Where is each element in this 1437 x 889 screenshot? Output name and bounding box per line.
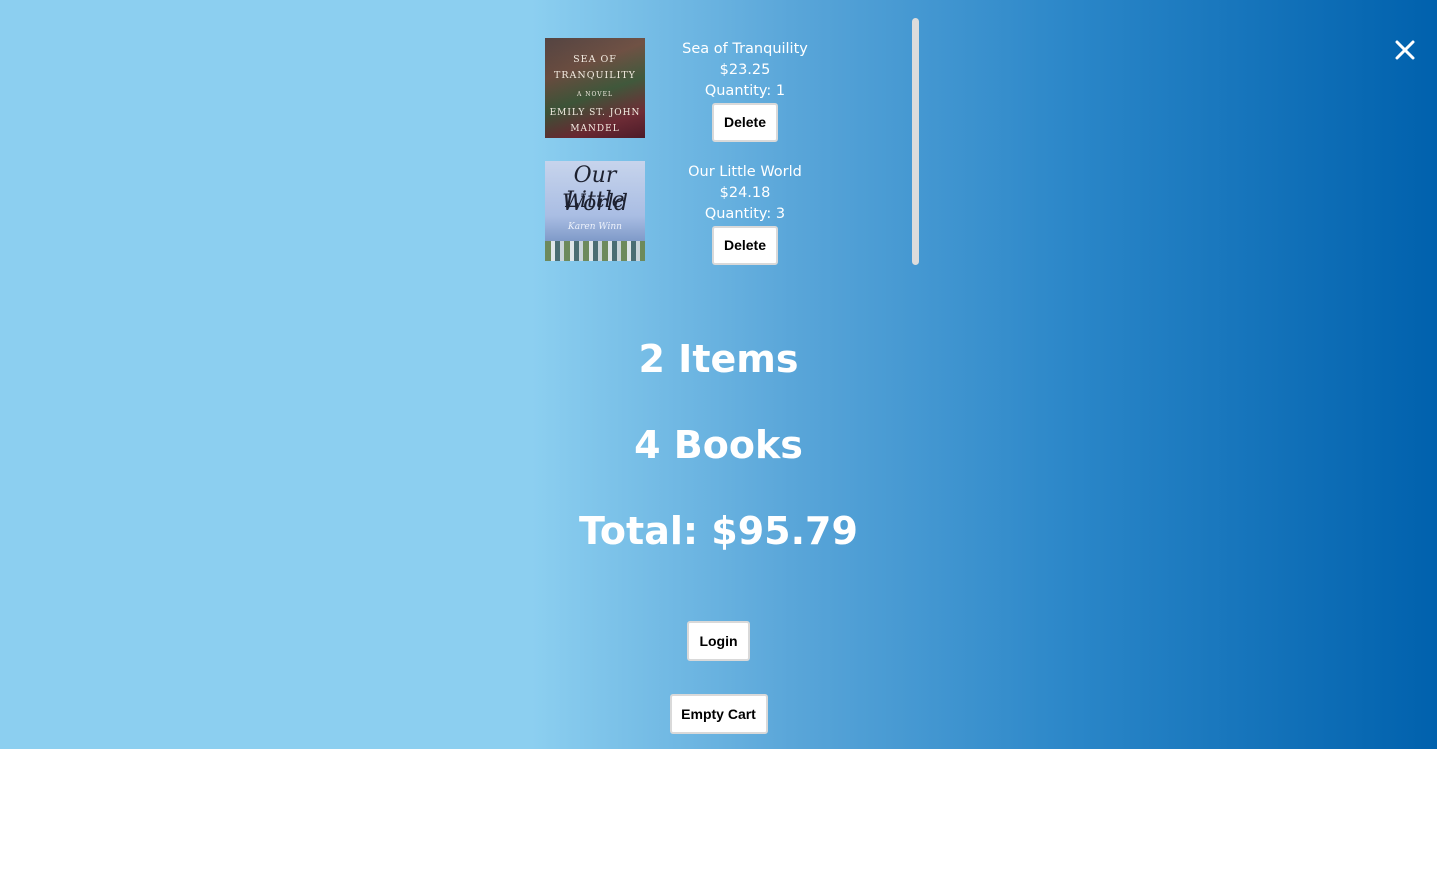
delete-button[interactable]: Delete (712, 103, 778, 142)
book-quantity: Quantity: 3 (704, 206, 786, 222)
cart-item-info: Our Little World $24.18 Quantity: 3 Dele… (675, 161, 815, 265)
book-quantity: Quantity: 1 (704, 83, 786, 99)
item-count: 2 Items (638, 337, 799, 381)
cover-illustration (545, 241, 645, 261)
book-title: Our Little World (688, 164, 802, 180)
cover-title-line: TRANQUILITY (554, 70, 636, 81)
book-cover-image: SEA OF TRANQUILITY A NOVEL EMILY ST. JOH… (545, 38, 645, 138)
cart-item-info: Sea of Tranquility $23.25 Quantity: 1 De… (675, 38, 815, 142)
login-button[interactable]: Login (687, 621, 750, 661)
cart-item: Our Little World Karen Winn Our Little W… (545, 161, 875, 265)
book-price: $23.25 (719, 62, 771, 78)
empty-cart-button[interactable]: Empty Cart (669, 694, 768, 734)
cart-panel: SEA OF TRANQUILITY A NOVEL EMILY ST. JOH… (0, 0, 1437, 749)
cover-title-line: World (562, 191, 628, 216)
cover-author-line: Karen Winn (568, 222, 622, 232)
cart-items-list[interactable]: SEA OF TRANQUILITY A NOVEL EMILY ST. JOH… (540, 18, 922, 266)
book-price: $24.18 (719, 185, 771, 201)
cover-subtitle: A NOVEL (576, 91, 613, 98)
cart-total: Total: $95.79 (579, 509, 858, 553)
cart-item: SEA OF TRANQUILITY A NOVEL EMILY ST. JOH… (545, 38, 875, 142)
book-title: Sea of Tranquility (682, 41, 808, 57)
delete-button[interactable]: Delete (712, 226, 778, 265)
book-cover-image: Our Little World Karen Winn (545, 161, 645, 261)
close-icon[interactable] (1391, 36, 1419, 64)
cover-author-line: MANDEL (570, 124, 620, 134)
empty-cart-row: Empty Cart (0, 694, 1437, 734)
book-count: 4 Books (634, 423, 803, 467)
scrollbar-thumb[interactable] (912, 18, 919, 265)
close-button[interactable] (1391, 36, 1419, 64)
login-row: Login (0, 621, 1437, 661)
cover-author-line: EMILY ST. JOHN (549, 108, 641, 118)
cover-title-line: SEA OF (573, 54, 617, 65)
